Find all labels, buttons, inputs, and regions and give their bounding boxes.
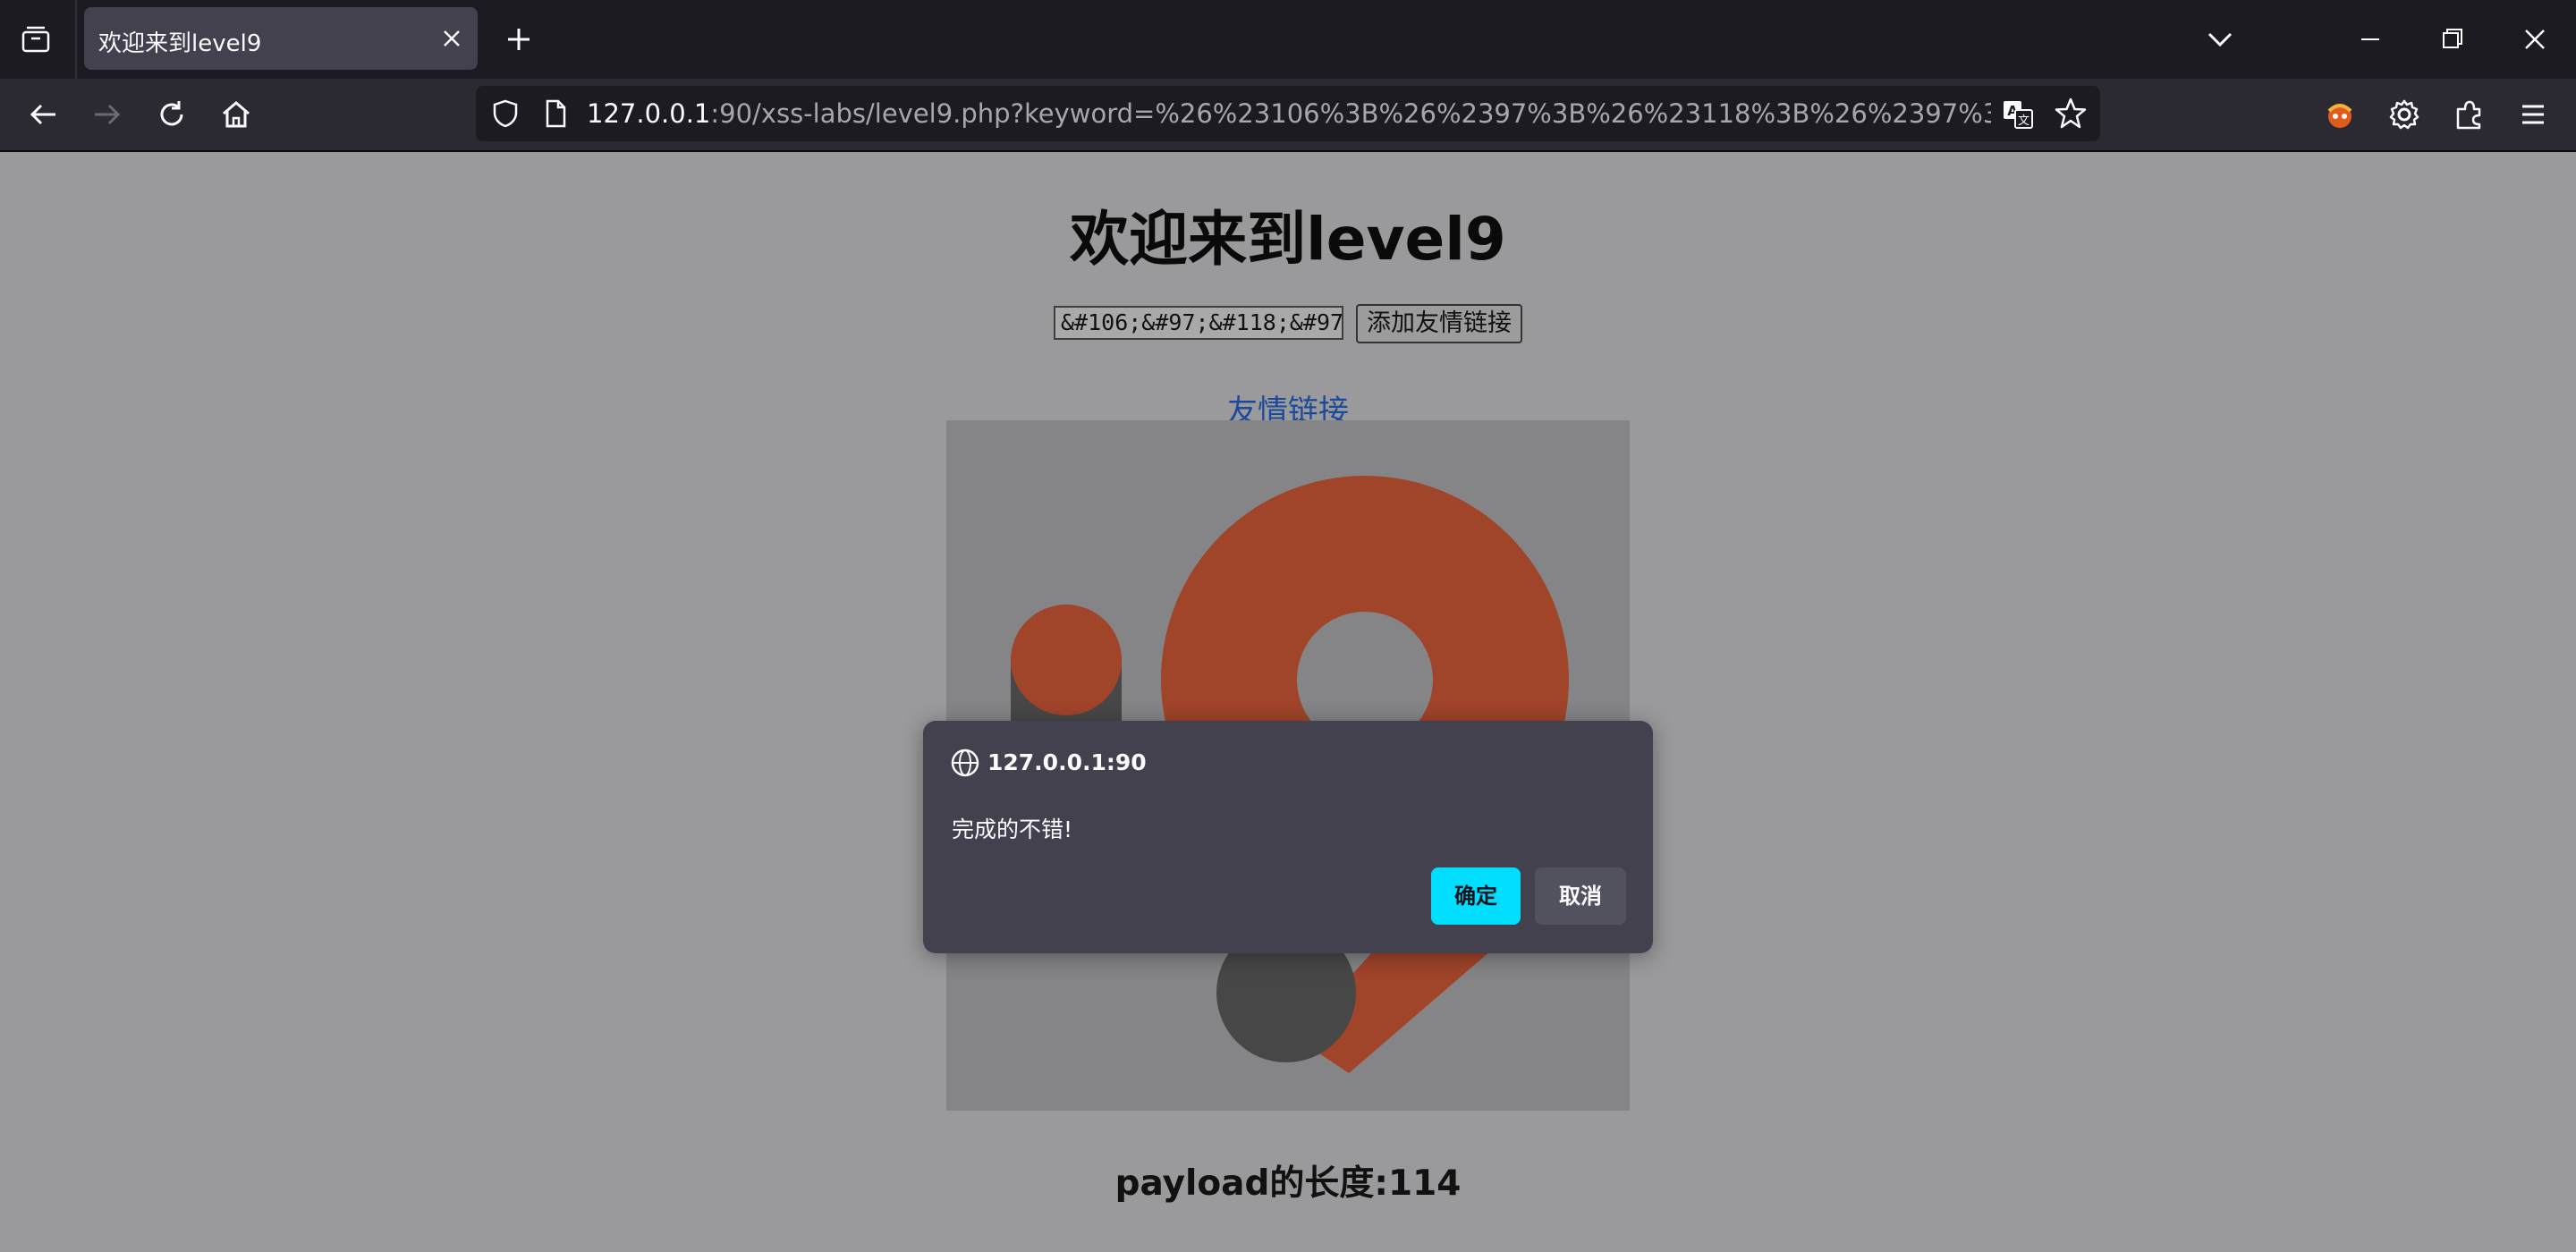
page-content: 欢迎来到level9 &#106;&#97;&#118;&#97; 添加友情链接… [0,152,2576,1252]
tab-list-icon[interactable] [18,21,54,57]
minimize-icon[interactable] [2352,21,2388,57]
payload-length-label: payload的长度:114 [1114,1163,1462,1204]
alert-origin: 127.0.0.1:90 [987,749,1147,775]
forward-arrow-icon[interactable] [89,97,125,132]
keyword-input[interactable]: &#106;&#97;&#118;&#97; [1054,306,1343,340]
navigation-toolbar: 127.0.0.1:90/xss-labs/level9.php?keyword… [0,79,2576,152]
home-icon[interactable] [218,97,254,132]
gear-icon[interactable] [2386,97,2422,132]
url-path: :90/xss-labs/level9.php?keyword=%26%2310… [710,98,1991,129]
restore-icon[interactable] [2435,21,2470,57]
hackbar-extension-icon[interactable] [2322,97,2358,132]
ok-button[interactable]: 确定 [1431,867,1521,925]
cancel-button[interactable]: 取消 [1535,867,1626,925]
translate-icon[interactable]: A文 [2002,98,2034,131]
alert-dialog: 127.0.0.1:90 完成的不错! 确定 取消 [923,721,1653,953]
star-icon[interactable] [2054,97,2088,131]
tab-separator [75,0,77,79]
hamburger-menu-icon[interactable] [2515,97,2551,132]
close-icon[interactable] [440,27,463,50]
globe-icon [950,748,980,778]
shield-icon[interactable] [490,98,521,129]
puzzle-icon[interactable] [2451,97,2487,132]
page-icon[interactable] [540,98,571,129]
add-link-button[interactable]: 添加友情链接 [1356,304,1522,343]
tab-bar: 欢迎来到level9 [0,0,2576,79]
plus-icon[interactable] [501,21,537,57]
address-bar[interactable]: 127.0.0.1:90/xss-labs/level9.php?keyword… [476,86,2100,141]
reload-icon[interactable] [154,97,190,132]
back-arrow-icon[interactable] [25,97,61,132]
tab-title: 欢迎来到level9 [98,30,262,57]
url-text[interactable]: 127.0.0.1:90/xss-labs/level9.php?keyword… [587,98,1991,129]
svg-text:文: 文 [2018,114,2029,128]
alert-message: 完成的不错! [952,816,1073,842]
url-host: 127.0.0.1 [587,98,711,129]
page-title: 欢迎来到level9 [1070,205,1506,274]
tab-active[interactable]: 欢迎来到level9 [84,7,478,70]
window-close-icon[interactable] [2517,21,2553,57]
chevron-down-icon[interactable] [2202,21,2238,57]
